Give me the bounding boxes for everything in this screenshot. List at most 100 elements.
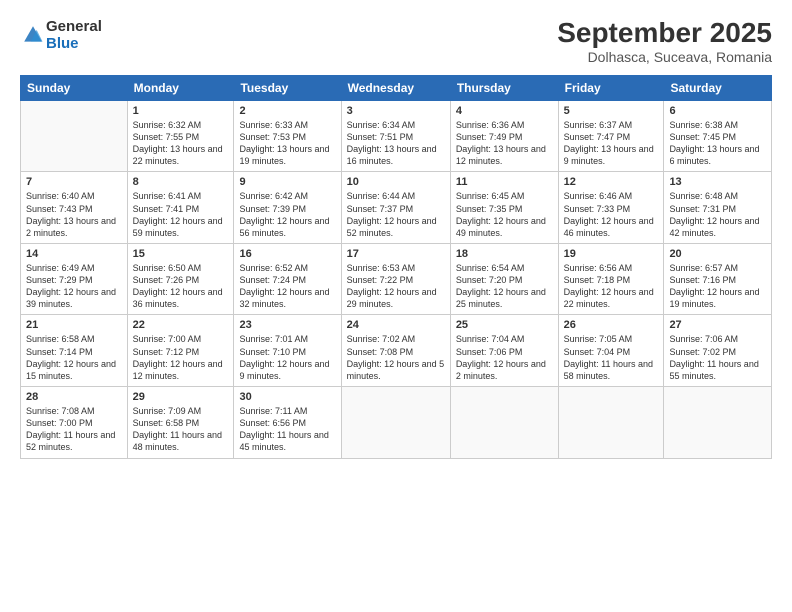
calendar-cell: 29 Sunrise: 7:09 AM Sunset: 6:58 PM Dayl… — [127, 387, 234, 459]
day-detail: Sunrise: 6:58 AM Sunset: 7:14 PM Dayligh… — [26, 333, 122, 382]
day-detail: Sunrise: 6:49 AM Sunset: 7:29 PM Dayligh… — [26, 262, 122, 311]
calendar-cell: 27 Sunrise: 7:06 AM Sunset: 7:02 PM Dayl… — [664, 315, 772, 387]
calendar-subtitle: Dolhasca, Suceava, Romania — [557, 49, 772, 65]
day-number: 21 — [26, 319, 122, 331]
day-number: 12 — [564, 176, 659, 188]
day-detail: Sunrise: 6:48 AM Sunset: 7:31 PM Dayligh… — [669, 190, 766, 239]
calendar-cell: 3 Sunrise: 6:34 AM Sunset: 7:51 PM Dayli… — [341, 100, 450, 172]
day-number: 20 — [669, 248, 766, 260]
day-number: 24 — [347, 319, 445, 331]
day-number: 3 — [347, 105, 445, 117]
calendar-cell: 6 Sunrise: 6:38 AM Sunset: 7:45 PM Dayli… — [664, 100, 772, 172]
day-number: 9 — [239, 176, 335, 188]
day-number: 16 — [239, 248, 335, 260]
day-number: 18 — [456, 248, 553, 260]
day-number: 27 — [669, 319, 766, 331]
calendar-cell: 17 Sunrise: 6:53 AM Sunset: 7:22 PM Dayl… — [341, 243, 450, 315]
day-detail: Sunrise: 7:01 AM Sunset: 7:10 PM Dayligh… — [239, 333, 335, 382]
calendar-table: Sunday Monday Tuesday Wednesday Thursday… — [20, 75, 772, 459]
logo: General Blue — [20, 18, 102, 53]
day-detail: Sunrise: 6:36 AM Sunset: 7:49 PM Dayligh… — [456, 119, 553, 168]
col-monday: Monday — [127, 75, 234, 100]
calendar-cell: 16 Sunrise: 6:52 AM Sunset: 7:24 PM Dayl… — [234, 243, 341, 315]
day-detail: Sunrise: 7:09 AM Sunset: 6:58 PM Dayligh… — [133, 405, 229, 454]
logo-icon — [22, 24, 44, 46]
logo-text: General Blue — [46, 18, 102, 53]
calendar-cell: 19 Sunrise: 6:56 AM Sunset: 7:18 PM Dayl… — [558, 243, 664, 315]
calendar-cell: 10 Sunrise: 6:44 AM Sunset: 7:37 PM Dayl… — [341, 172, 450, 244]
title-area: September 2025 Dolhasca, Suceava, Romani… — [557, 18, 772, 65]
day-number: 15 — [133, 248, 229, 260]
calendar-cell — [558, 387, 664, 459]
day-detail: Sunrise: 6:44 AM Sunset: 7:37 PM Dayligh… — [347, 190, 445, 239]
day-number: 23 — [239, 319, 335, 331]
col-friday: Friday — [558, 75, 664, 100]
day-number: 1 — [133, 105, 229, 117]
day-detail: Sunrise: 6:34 AM Sunset: 7:51 PM Dayligh… — [347, 119, 445, 168]
day-number: 28 — [26, 391, 122, 403]
calendar-cell — [21, 100, 128, 172]
day-number: 4 — [456, 105, 553, 117]
day-number: 19 — [564, 248, 659, 260]
day-detail: Sunrise: 6:46 AM Sunset: 7:33 PM Dayligh… — [564, 190, 659, 239]
day-number: 7 — [26, 176, 122, 188]
calendar-cell: 30 Sunrise: 7:11 AM Sunset: 6:56 PM Dayl… — [234, 387, 341, 459]
day-number: 14 — [26, 248, 122, 260]
day-number: 22 — [133, 319, 229, 331]
calendar-cell: 20 Sunrise: 6:57 AM Sunset: 7:16 PM Dayl… — [664, 243, 772, 315]
day-number: 6 — [669, 105, 766, 117]
day-detail: Sunrise: 6:37 AM Sunset: 7:47 PM Dayligh… — [564, 119, 659, 168]
day-detail: Sunrise: 7:06 AM Sunset: 7:02 PM Dayligh… — [669, 333, 766, 382]
day-number: 25 — [456, 319, 553, 331]
calendar-cell: 8 Sunrise: 6:41 AM Sunset: 7:41 PM Dayli… — [127, 172, 234, 244]
day-detail: Sunrise: 6:32 AM Sunset: 7:55 PM Dayligh… — [133, 119, 229, 168]
header: General Blue September 2025 Dolhasca, Su… — [20, 18, 772, 65]
day-detail: Sunrise: 6:41 AM Sunset: 7:41 PM Dayligh… — [133, 190, 229, 239]
day-number: 8 — [133, 176, 229, 188]
day-detail: Sunrise: 7:04 AM Sunset: 7:06 PM Dayligh… — [456, 333, 553, 382]
day-number: 11 — [456, 176, 553, 188]
day-detail: Sunrise: 6:50 AM Sunset: 7:26 PM Dayligh… — [133, 262, 229, 311]
col-thursday: Thursday — [450, 75, 558, 100]
calendar-cell: 12 Sunrise: 6:46 AM Sunset: 7:33 PM Dayl… — [558, 172, 664, 244]
calendar-cell: 25 Sunrise: 7:04 AM Sunset: 7:06 PM Dayl… — [450, 315, 558, 387]
week-row-1: 1 Sunrise: 6:32 AM Sunset: 7:55 PM Dayli… — [21, 100, 772, 172]
calendar-cell: 14 Sunrise: 6:49 AM Sunset: 7:29 PM Dayl… — [21, 243, 128, 315]
col-tuesday: Tuesday — [234, 75, 341, 100]
day-detail: Sunrise: 6:33 AM Sunset: 7:53 PM Dayligh… — [239, 119, 335, 168]
logo-general: General — [46, 18, 102, 35]
day-detail: Sunrise: 7:02 AM Sunset: 7:08 PM Dayligh… — [347, 333, 445, 382]
calendar-cell — [664, 387, 772, 459]
calendar-title: September 2025 — [557, 18, 772, 49]
calendar-cell: 13 Sunrise: 6:48 AM Sunset: 7:31 PM Dayl… — [664, 172, 772, 244]
col-saturday: Saturday — [664, 75, 772, 100]
calendar-cell: 22 Sunrise: 7:00 AM Sunset: 7:12 PM Dayl… — [127, 315, 234, 387]
day-detail: Sunrise: 7:08 AM Sunset: 7:00 PM Dayligh… — [26, 405, 122, 454]
day-detail: Sunrise: 6:54 AM Sunset: 7:20 PM Dayligh… — [456, 262, 553, 311]
calendar-cell: 21 Sunrise: 6:58 AM Sunset: 7:14 PM Dayl… — [21, 315, 128, 387]
calendar-cell: 23 Sunrise: 7:01 AM Sunset: 7:10 PM Dayl… — [234, 315, 341, 387]
day-detail: Sunrise: 6:52 AM Sunset: 7:24 PM Dayligh… — [239, 262, 335, 311]
day-detail: Sunrise: 6:42 AM Sunset: 7:39 PM Dayligh… — [239, 190, 335, 239]
day-number: 10 — [347, 176, 445, 188]
week-row-4: 21 Sunrise: 6:58 AM Sunset: 7:14 PM Dayl… — [21, 315, 772, 387]
calendar-cell: 11 Sunrise: 6:45 AM Sunset: 7:35 PM Dayl… — [450, 172, 558, 244]
calendar-cell: 1 Sunrise: 6:32 AM Sunset: 7:55 PM Dayli… — [127, 100, 234, 172]
calendar-cell — [341, 387, 450, 459]
week-row-2: 7 Sunrise: 6:40 AM Sunset: 7:43 PM Dayli… — [21, 172, 772, 244]
col-sunday: Sunday — [21, 75, 128, 100]
calendar-cell: 18 Sunrise: 6:54 AM Sunset: 7:20 PM Dayl… — [450, 243, 558, 315]
day-detail: Sunrise: 6:38 AM Sunset: 7:45 PM Dayligh… — [669, 119, 766, 168]
page: General Blue September 2025 Dolhasca, Su… — [0, 0, 792, 612]
logo-blue: Blue — [46, 35, 102, 52]
day-number: 5 — [564, 105, 659, 117]
header-row: Sunday Monday Tuesday Wednesday Thursday… — [21, 75, 772, 100]
day-detail: Sunrise: 7:11 AM Sunset: 6:56 PM Dayligh… — [239, 405, 335, 454]
day-detail: Sunrise: 7:00 AM Sunset: 7:12 PM Dayligh… — [133, 333, 229, 382]
calendar-cell: 15 Sunrise: 6:50 AM Sunset: 7:26 PM Dayl… — [127, 243, 234, 315]
week-row-3: 14 Sunrise: 6:49 AM Sunset: 7:29 PM Dayl… — [21, 243, 772, 315]
day-number: 29 — [133, 391, 229, 403]
calendar-cell: 2 Sunrise: 6:33 AM Sunset: 7:53 PM Dayli… — [234, 100, 341, 172]
day-detail: Sunrise: 6:53 AM Sunset: 7:22 PM Dayligh… — [347, 262, 445, 311]
calendar-cell: 7 Sunrise: 6:40 AM Sunset: 7:43 PM Dayli… — [21, 172, 128, 244]
